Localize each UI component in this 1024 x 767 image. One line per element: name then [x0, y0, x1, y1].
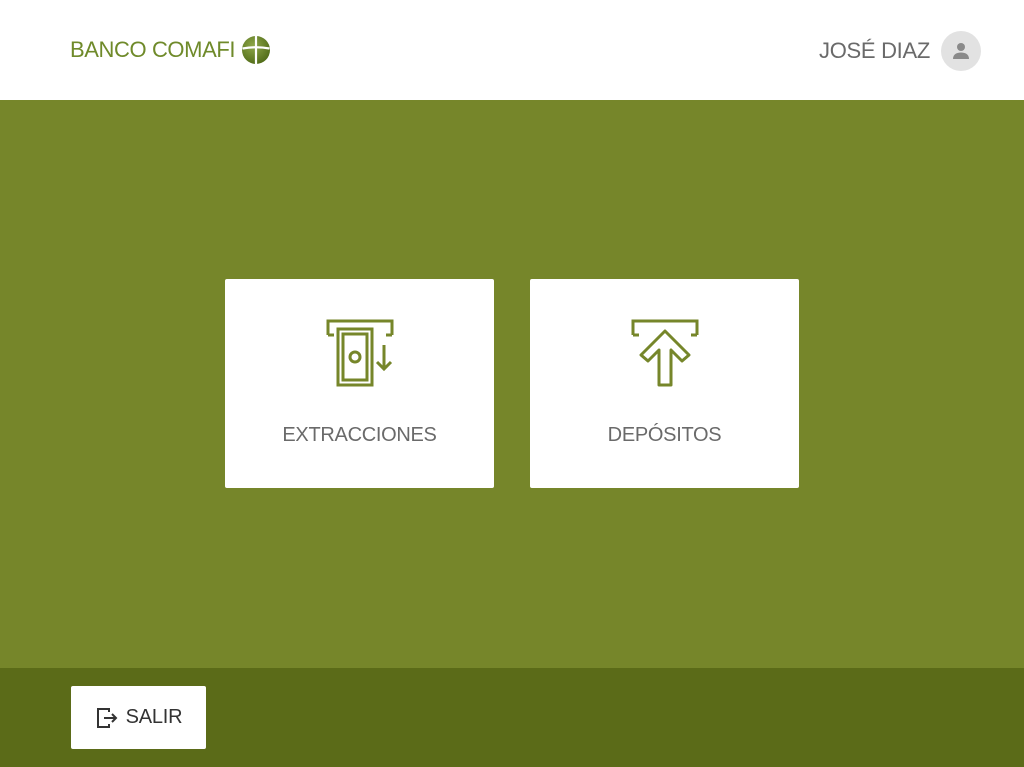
main-panel: EXTRACCIONES DEPÓSITOS	[0, 100, 1024, 668]
avatar[interactable]	[941, 31, 981, 71]
globe-logo-icon	[242, 36, 271, 64]
user-menu[interactable]: JOSÉ DIAZ	[819, 31, 981, 71]
person-icon	[953, 43, 969, 59]
brand-name: BANCO COMAFI	[70, 37, 236, 62]
header: BANCO COMAFI JOSÉ DIAZ	[0, 0, 1024, 100]
depositos-label: DEPÓSITOS	[607, 424, 722, 446]
footer: SALIR	[0, 668, 1024, 767]
depositos-button[interactable]: DEPÓSITOS	[530, 279, 799, 488]
cash-withdrawal-icon	[326, 319, 393, 387]
extracciones-label: EXTRACCIONES	[282, 424, 437, 446]
exit-label: SALIR	[125, 706, 183, 728]
extracciones-button[interactable]: EXTRACCIONES	[225, 279, 494, 488]
exit-button[interactable]: SALIR	[71, 686, 206, 749]
brand: BANCO COMAFI	[70, 34, 271, 66]
user-name: JOSÉ DIAZ	[819, 38, 930, 63]
logout-icon	[96, 707, 118, 728]
deposit-arrow-up-icon	[631, 319, 698, 387]
